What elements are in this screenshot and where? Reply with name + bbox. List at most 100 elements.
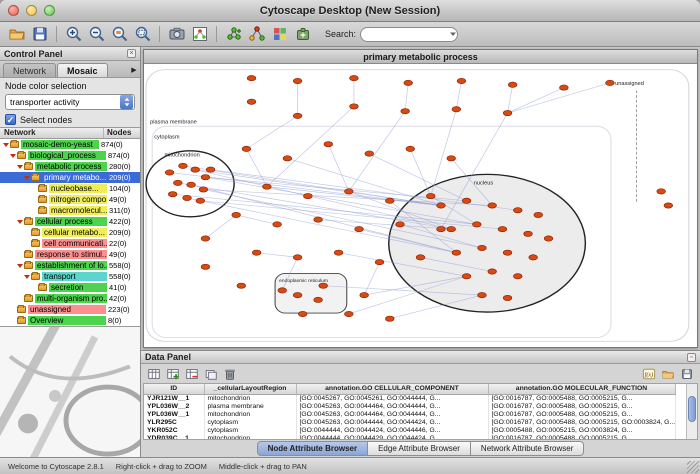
network-node[interactable] xyxy=(375,259,384,264)
tree-item-cell-communicati[interactable]: cell communicati...22(0) xyxy=(0,238,140,249)
tree-item-nitrogen-compo[interactable]: nitrogen compo...49(0) xyxy=(0,194,140,205)
zoom-window-icon[interactable] xyxy=(44,5,55,16)
network-node[interactable] xyxy=(524,231,533,236)
table-row[interactable]: YPL036W__2plasma membrane[GO:0045263, GO… xyxy=(144,402,675,410)
network-edge[interactable] xyxy=(508,88,564,113)
table-cell[interactable]: [GO:0016787, GO:0005488, GO:0005215, GO:… xyxy=(488,418,675,426)
network-node[interactable] xyxy=(513,274,522,279)
network-node[interactable] xyxy=(293,113,302,118)
table-cell[interactable]: YJR121W__1 xyxy=(144,394,204,402)
network-node[interactable] xyxy=(503,295,512,300)
table-cell[interactable]: [GO:0005488, GO:0005215, GO:0003824, G..… xyxy=(488,426,675,434)
network-node[interactable] xyxy=(529,255,538,260)
table-cell[interactable]: [GO:0045267, GO:0045261, GO:0044444, G..… xyxy=(296,394,488,402)
table-cell[interactable]: [GO:0045263, GO:0044464, GO:0044444, G..… xyxy=(296,402,488,410)
tree-item-primary-metabo[interactable]: primary metabo...209(0) xyxy=(0,172,140,183)
node-color-dropdown[interactable]: transporter activity xyxy=(5,94,135,110)
expand-arrow-icon[interactable] xyxy=(23,176,30,180)
network-node[interactable] xyxy=(304,193,313,198)
network-node[interactable] xyxy=(168,192,177,197)
table-row[interactable]: YPL036W__1mitochondrion[GO:0045263, GO:0… xyxy=(144,410,675,418)
table-cell[interactable]: cytoplasm xyxy=(204,418,296,426)
network-edge[interactable] xyxy=(328,144,348,191)
table-row[interactable]: YKR052Ccytoplasm[GO:0044444, GO:0044424,… xyxy=(144,426,675,434)
expand-arrow-icon[interactable] xyxy=(16,264,23,268)
delete-attribute-icon[interactable] xyxy=(184,366,200,382)
table-cell[interactable]: YKR052C xyxy=(144,426,204,434)
edit-attribute-icon[interactable] xyxy=(203,366,219,382)
select-attributes-icon[interactable] xyxy=(146,366,162,382)
network-node[interactable] xyxy=(199,187,208,192)
network-overview-icon[interactable] xyxy=(189,24,210,45)
network-node[interactable] xyxy=(503,250,512,255)
network-node[interactable] xyxy=(416,255,425,260)
table-cell[interactable]: cytoplasm xyxy=(204,426,296,434)
network-node[interactable] xyxy=(385,316,394,321)
search-input[interactable] xyxy=(360,27,458,42)
network-edge[interactable] xyxy=(508,85,513,113)
table-cell[interactable]: YLR295C xyxy=(144,418,204,426)
network-node[interactable] xyxy=(183,195,192,200)
table-cell[interactable]: [GO:0044444, GO:0044424, GO:0044446, G..… xyxy=(296,426,488,434)
network-node[interactable] xyxy=(488,269,497,274)
tree-item-establishment-of-lo[interactable]: establishment of lo...558(0) xyxy=(0,260,140,271)
table-scrollbar[interactable] xyxy=(686,384,697,439)
network-node[interactable] xyxy=(396,222,405,227)
network-node[interactable] xyxy=(206,167,215,172)
network-edge[interactable] xyxy=(236,215,277,224)
tab-network-attribute-browser[interactable]: Network Attribute Browser xyxy=(471,441,584,456)
network-node[interactable] xyxy=(293,255,302,260)
network-node[interactable] xyxy=(488,203,497,208)
network-node[interactable] xyxy=(452,250,461,255)
table-row[interactable]: YJR121W__1mitochondrion[GO:0045267, GO:0… xyxy=(144,394,675,402)
network-node[interactable] xyxy=(498,226,507,231)
table-cell[interactable]: mitochondrion xyxy=(204,410,296,418)
network-node[interactable] xyxy=(503,110,512,115)
network-node[interactable] xyxy=(664,203,673,208)
formula-builder-icon[interactable]: f(x) xyxy=(641,366,657,382)
network-node[interactable] xyxy=(319,283,328,288)
tree-item-macromolecul[interactable]: macromolecul...311(0) xyxy=(0,205,140,216)
network-node[interactable] xyxy=(201,236,210,241)
network-node[interactable] xyxy=(187,182,196,187)
network-node[interactable] xyxy=(385,198,394,203)
network-node[interactable] xyxy=(165,170,174,175)
network-node[interactable] xyxy=(314,297,323,302)
table-cell[interactable]: [GO:0016787, GO:0005488, GO:0005215, G..… xyxy=(488,402,675,410)
network-node[interactable] xyxy=(232,212,241,217)
zoom-fit-icon[interactable] xyxy=(132,24,153,45)
close-window-icon[interactable] xyxy=(8,5,19,16)
table-cell[interactable]: mitochondrion xyxy=(204,394,296,402)
tree-item-metabolic-process[interactable]: metabolic process280(0) xyxy=(0,161,140,172)
network-edge[interactable] xyxy=(508,83,610,113)
network-edge[interactable] xyxy=(456,81,461,109)
network-node[interactable] xyxy=(360,292,369,297)
chevron-down-icon[interactable] xyxy=(448,29,458,39)
network-node[interactable] xyxy=(437,226,446,231)
trash-icon[interactable] xyxy=(222,366,238,382)
network-node[interactable] xyxy=(355,226,364,231)
resize-grip[interactable] xyxy=(687,461,699,473)
table-cell[interactable]: [GO:0045263, GO:0044464, GO:0044444, G..… xyxy=(296,410,488,418)
network-edge[interactable] xyxy=(349,111,405,191)
network-node[interactable] xyxy=(173,180,182,185)
zoom-in-icon[interactable] xyxy=(63,24,84,45)
table-cell[interactable]: [GO:0016787, GO:0005488, GO:0005215, G..… xyxy=(488,410,675,418)
network-node[interactable] xyxy=(191,167,200,172)
title-bar[interactable]: Cytoscape Desktop (New Session) xyxy=(0,0,700,22)
open-session-icon[interactable] xyxy=(6,24,27,45)
network-node[interactable] xyxy=(293,78,302,83)
table-cell[interactable]: mitochondrion xyxy=(204,434,296,440)
network-node[interactable] xyxy=(447,226,456,231)
create-network-icon[interactable] xyxy=(223,24,244,45)
table-cell[interactable]: [GO:0045263, GO:0044444, GO:0044424, G..… xyxy=(296,418,488,426)
network-node[interactable] xyxy=(544,236,553,241)
network-node[interactable] xyxy=(350,104,359,109)
network-node[interactable] xyxy=(252,250,261,255)
network-node[interactable] xyxy=(324,142,333,147)
network-canvas[interactable]: plasma membrane cytoplasm mitochondrion … xyxy=(144,64,697,347)
export-attributes-icon[interactable] xyxy=(679,366,695,382)
expand-arrow-icon[interactable] xyxy=(2,143,9,147)
network-node[interactable] xyxy=(478,292,487,297)
tree-item-response-to-stimul[interactable]: response to stimul...49(0) xyxy=(0,249,140,260)
